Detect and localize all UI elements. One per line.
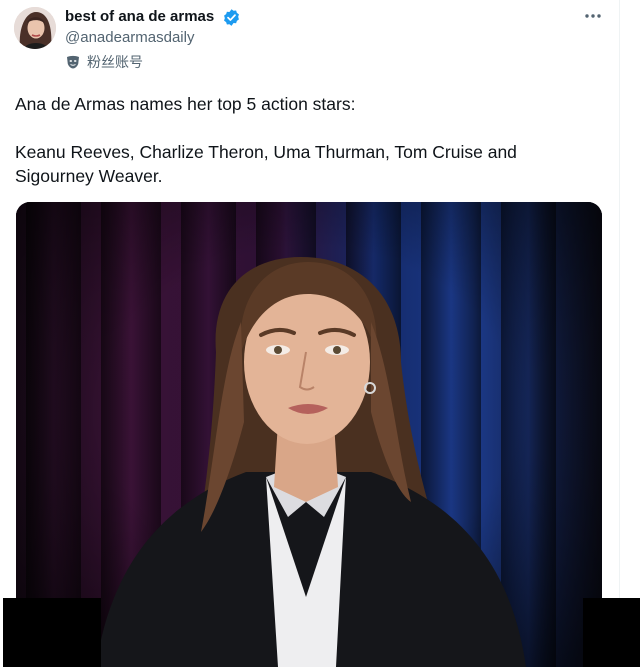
tweet-text-line: Sigourney Weaver.	[15, 166, 163, 186]
mask-icon	[67, 55, 79, 69]
video-letterbox-left	[3, 598, 101, 667]
tweet-text-line: Keanu Reeves, Charlize Theron, Uma Thurm…	[15, 142, 517, 162]
more-options-icon[interactable]	[582, 8, 604, 24]
display-name[interactable]: best of ana de armas	[65, 7, 214, 27]
tweet-text: Ana de Armas names her top 5 action star…	[15, 92, 595, 188]
timeline-divider	[619, 0, 620, 600]
video-letterbox-right	[583, 598, 640, 667]
verified-badge-icon	[224, 9, 239, 26]
fan-account-label: 粉丝账号	[87, 55, 143, 71]
fan-account-tag: 粉丝账号	[65, 52, 143, 72]
tweet-video[interactable]	[16, 202, 602, 667]
user-handle[interactable]: @anadearmasdaily	[65, 28, 194, 48]
tweet-text-line: Ana de Armas names her top 5 action star…	[15, 94, 356, 114]
profile-avatar[interactable]	[14, 7, 56, 49]
